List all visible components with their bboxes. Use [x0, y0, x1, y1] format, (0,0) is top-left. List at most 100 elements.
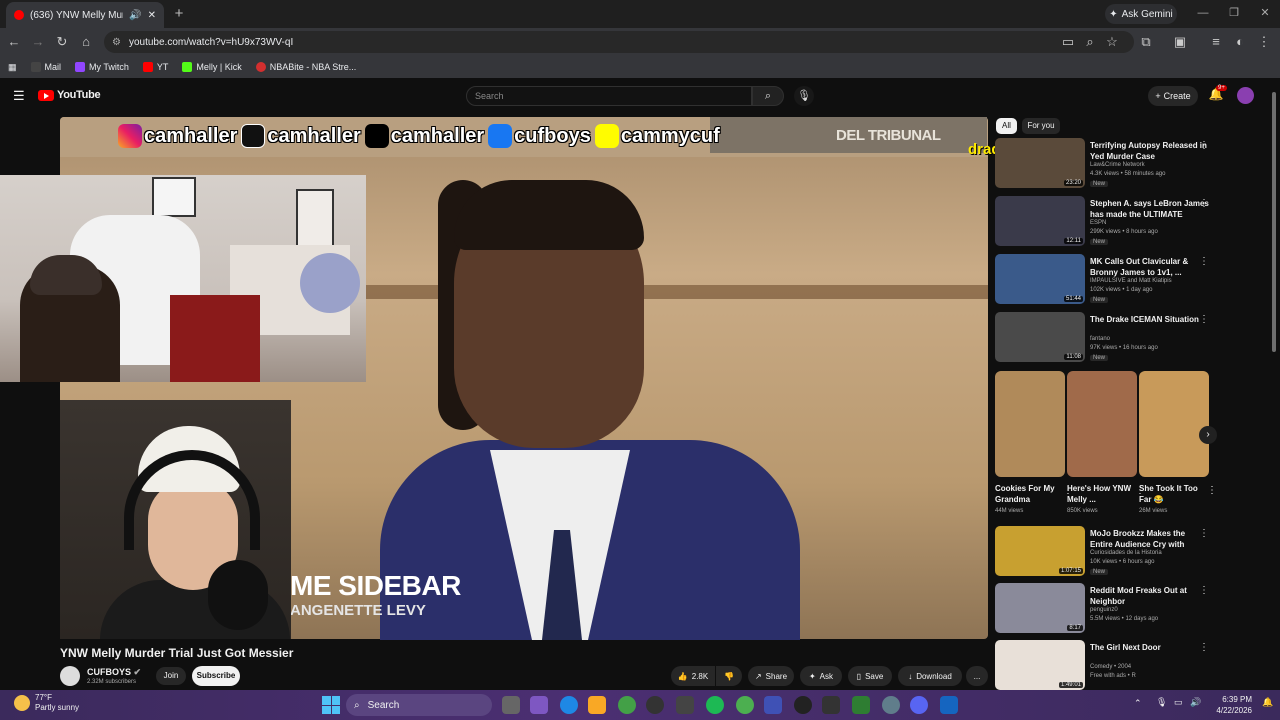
video-thumbnail[interactable]: 1:07:15 [995, 526, 1085, 576]
copilot-icon[interactable] [530, 696, 548, 714]
bookmark-mail[interactable]: Mail [30, 62, 61, 72]
rec-title[interactable]: MoJo Brookzz Makes the Entire Audience C… [1090, 528, 1210, 550]
reload-icon[interactable]: ↻ [54, 34, 70, 50]
tray-mic-icon[interactable]: 🎙 [1156, 697, 1167, 708]
rec-menu-icon[interactable]: ⋮ [1199, 528, 1209, 539]
obs-icon[interactable] [822, 696, 840, 714]
chip-for-you[interactable]: For you [1022, 118, 1060, 134]
shorts-next-icon[interactable]: › [1199, 426, 1217, 444]
forward-icon[interactable]: → [30, 34, 46, 50]
spotify-icon[interactable] [706, 696, 724, 714]
rec-channel[interactable]: Law&Crime Network [1090, 162, 1145, 168]
network-icon[interactable]: ▭ [1174, 697, 1183, 708]
video-thumbnail[interactable]: 51:44 [995, 254, 1085, 304]
short-item[interactable]: Here's How YNW Melly ... 850K views ⋮ [1067, 371, 1145, 514]
recommended-video[interactable]: 1:07:15 MoJo Brookzz Makes the Entire Aud… [995, 526, 1225, 580]
subscribe-button[interactable]: Subscribe [192, 666, 240, 686]
chrome-icon[interactable] [736, 696, 754, 714]
short-menu-icon[interactable]: ⋮ [1207, 485, 1217, 496]
close-window-icon[interactable]: ✕ [1258, 6, 1272, 20]
scrollbar-thumb[interactable] [1272, 92, 1276, 352]
short-title[interactable]: Cookies For My Grandma [995, 483, 1065, 505]
short-thumbnail[interactable] [1139, 371, 1209, 477]
notification-center-icon[interactable]: 🔔 [1262, 697, 1273, 708]
video-thumbnail[interactable]: 1:49:01 [995, 640, 1085, 690]
dislike-button[interactable]: 👎 [716, 666, 742, 686]
rec-title[interactable]: Reddit Mod Freaks Out at Neighbor [1090, 585, 1210, 607]
file-explorer-icon[interactable] [588, 696, 606, 714]
site-info-icon[interactable]: ⚙ [112, 37, 121, 48]
bookmark-kick[interactable]: Melly | Kick [182, 62, 242, 72]
maximize-icon[interactable]: ❐ [1227, 6, 1241, 20]
app-icon-3[interactable] [940, 696, 958, 714]
zoom-icon[interactable]: ⌕ [1082, 34, 1098, 50]
tab-close-icon[interactable]: ✕ [148, 10, 156, 21]
rec-channel[interactable]: fantano [1090, 336, 1110, 342]
youtube-logo[interactable]: YouTube [38, 89, 101, 101]
rec-title[interactable]: The Drake ICEMAN Situation [1090, 314, 1210, 325]
app-icon[interactable] [764, 696, 782, 714]
menu-dots-icon[interactable]: ⋮ [1256, 34, 1272, 50]
video-thumbnail[interactable]: 12:11 [995, 196, 1085, 246]
more-actions-button[interactable]: ... [966, 666, 988, 686]
weather-widget[interactable]: 77°F Partly sunny [14, 693, 79, 713]
new-tab-button[interactable]: + [170, 5, 188, 23]
recommended-video[interactable]: 11:08 The Drake ICEMAN Situation fantano 97… [995, 312, 1225, 366]
share-button[interactable]: ↗ Share [748, 666, 794, 686]
video-thumbnail[interactable]: 8:17 [995, 583, 1085, 633]
chip-all[interactable]: All [996, 118, 1017, 134]
media-controls-icon[interactable]: ≡ [1208, 34, 1224, 50]
rec-title[interactable]: MK Calls Out Clavicular & Bronny James t… [1090, 256, 1210, 278]
rec-menu-icon[interactable]: ⋮ [1199, 198, 1209, 209]
rec-menu-icon[interactable]: ⋮ [1199, 314, 1209, 325]
rec-menu-icon[interactable]: ⋮ [1199, 585, 1209, 596]
recommended-video[interactable]: 23:20 Terrifying Autopsy Released in Yed … [995, 138, 1225, 192]
short-thumbnail[interactable] [995, 371, 1065, 477]
taskbar-search[interactable]: ⌕ Search [346, 694, 492, 716]
bookmark-yt[interactable]: YT [142, 62, 168, 72]
tray-overflow-icon[interactable]: ⌃ [1134, 698, 1142, 709]
settings-icon[interactable] [882, 696, 900, 714]
ask-gemini-button[interactable]: ✦ Ask Gemini [1105, 4, 1177, 24]
like-button[interactable]: 👍 2.8K [671, 666, 715, 686]
recommended-video[interactable]: 12:11 Stephen A. says LeBron James has ma… [995, 196, 1225, 250]
media-player-icon[interactable] [794, 696, 812, 714]
channel-name[interactable]: CUFBOYS ✔ [87, 667, 141, 678]
speaker-icon[interactable]: 🔊 [129, 10, 141, 21]
ask-button[interactable]: ✦ Ask [800, 666, 842, 686]
download-button[interactable]: ↓ Download [898, 666, 962, 686]
join-button[interactable]: Join [156, 667, 186, 685]
edge-icon[interactable] [560, 696, 578, 714]
home-icon[interactable]: ⌂ [78, 34, 94, 50]
rec-menu-icon[interactable]: ⋮ [1199, 140, 1209, 151]
short-thumbnail[interactable] [1067, 371, 1137, 477]
rec-title[interactable]: The Girl Next Door [1090, 642, 1210, 653]
recommended-video[interactable]: 51:44 MK Calls Out Clavicular & Bronny Ja… [995, 254, 1225, 308]
apps-grid-icon[interactable]: ▦ [8, 62, 17, 73]
extensions-icon[interactable]: ⧉ [1138, 34, 1154, 50]
rec-menu-icon[interactable]: ⋮ [1199, 256, 1209, 267]
create-button[interactable]: + Create [1148, 86, 1198, 106]
hamburger-menu-icon[interactable]: ☰ [13, 88, 25, 104]
minimize-icon[interactable]: — [1196, 6, 1210, 20]
profile-icon[interactable]: ◐ [1232, 34, 1248, 50]
short-item[interactable]: She Took It Too Far 😂 26M views ⋮ [1139, 371, 1217, 514]
rec-channel[interactable]: ESPN [1090, 220, 1106, 226]
short-title[interactable]: Here's How YNW Melly ... [1067, 483, 1137, 505]
short-title[interactable]: She Took It Too Far 😂 [1139, 483, 1209, 505]
xbox-icon[interactable] [618, 696, 636, 714]
bookmark-twitch[interactable]: My Twitch [75, 62, 129, 72]
account-avatar[interactable] [1237, 87, 1254, 104]
rec-title[interactable]: Stephen A. says LeBron James has made th… [1090, 198, 1210, 220]
search-input[interactable]: Search [466, 86, 752, 106]
search-icon[interactable]: ⌕ [752, 86, 784, 106]
windows-start-icon[interactable] [322, 696, 340, 714]
rec-channel[interactable]: IMPAULSIVE and Matt Kiatipis [1090, 278, 1172, 284]
side-panel-icon[interactable]: ▣ [1172, 34, 1188, 50]
rec-menu-icon[interactable]: ⋮ [1199, 642, 1209, 653]
bookmark-nbabite[interactable]: NBABite - NBA Stre... [255, 62, 356, 72]
recommended-video[interactable]: 8:17 Reddit Mod Freaks Out at Neighbor pen… [995, 583, 1225, 637]
address-bar[interactable]: ⚙ youtube.com/watch?v=hU9x73WV-qI [104, 31, 1134, 53]
app-icon-2[interactable] [852, 696, 870, 714]
microphone-icon[interactable]: 🎙 [794, 86, 814, 106]
